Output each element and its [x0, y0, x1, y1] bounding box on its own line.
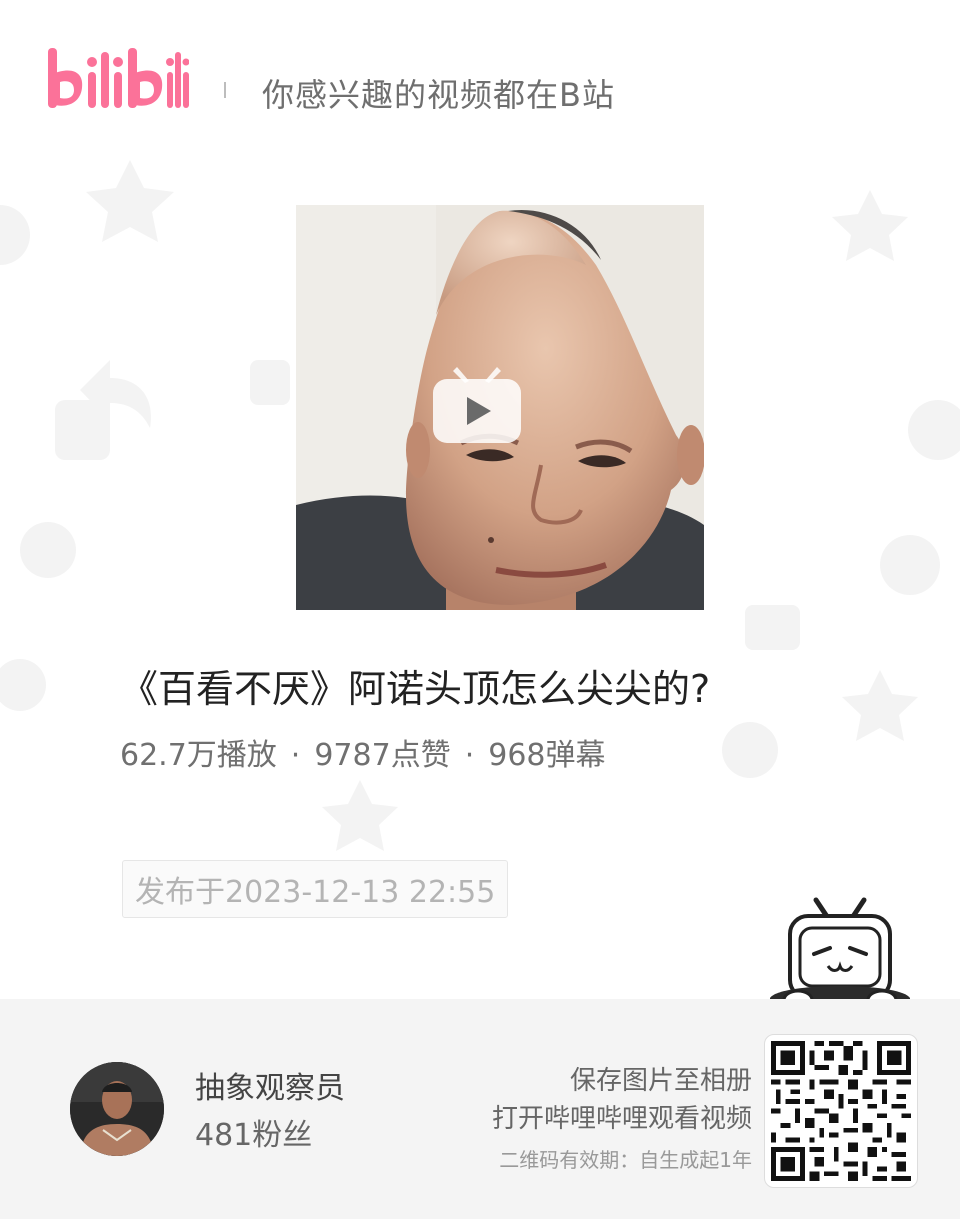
bilibili-logo — [44, 44, 190, 114]
qr-code[interactable] — [764, 1034, 918, 1188]
qr-validity: 二维码有效期：自生成起1年 — [499, 1148, 752, 1172]
video-stats: 62.7万播放 · 9787点赞 · 968弹幕 — [120, 730, 606, 774]
fan-count: 481粉丝 — [195, 1118, 313, 1153]
publish-date: 发布于2023-12-13 22:55 — [122, 860, 509, 918]
author-avatar[interactable] — [70, 1062, 164, 1156]
slogan: 你感兴趣的视频都在B站 — [262, 76, 615, 114]
danmaku-count: 968弹幕 — [488, 738, 606, 773]
author-name[interactable]: 抽象观察员 — [195, 1063, 345, 1107]
header: 你感兴趣的视频都在B站 — [0, 0, 960, 130]
open-app-hint: 打开哔哩哔哩观看视频 — [491, 1104, 752, 1134]
play-icon — [433, 367, 521, 443]
save-hint: 保存图片至相册 — [569, 1066, 752, 1096]
video-thumbnail[interactable] — [296, 205, 704, 610]
stats-separator: · — [464, 738, 475, 773]
header-divider — [224, 82, 226, 98]
play-button[interactable] — [433, 363, 521, 445]
qr-code-image — [771, 1041, 911, 1181]
play-count: 62.7万播放 — [120, 738, 277, 773]
video-title: 《百看不厌》阿诺头顶怎么尖尖的? — [120, 667, 711, 711]
like-count: 9787点赞 — [314, 738, 451, 773]
stats-separator: · — [290, 738, 301, 773]
